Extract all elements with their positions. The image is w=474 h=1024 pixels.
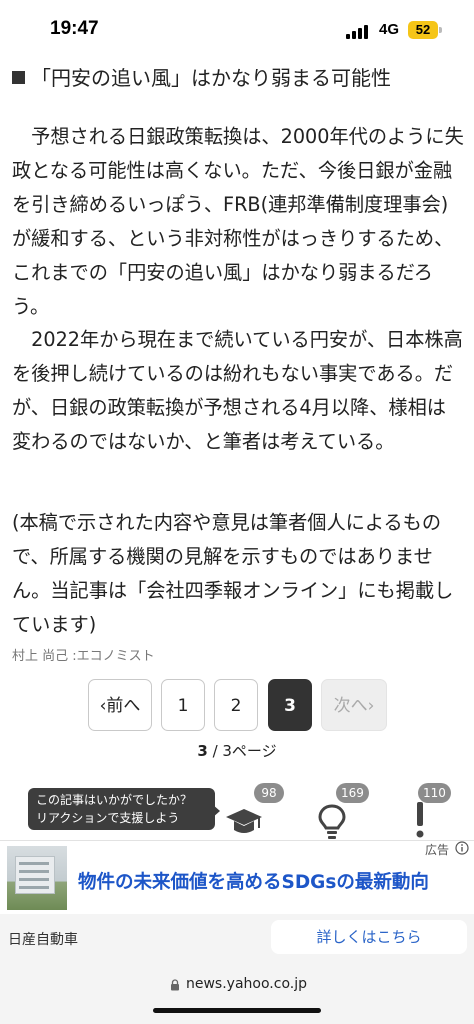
chevron-right-icon: › [367, 696, 375, 716]
reaction-prompt-tooltip: この記事はいかがでしたか？ リアクションで支援しよう [28, 788, 215, 830]
page-3-button-current[interactable]: 3 [268, 679, 312, 731]
article-paragraph: 予想される日銀政策転換は、2000年代のように失政となる可能性は高くない。ただ、… [12, 125, 464, 318]
article-paragraph: 2022年から現在まで続いている円安が、日本株高を後押し続けているのは紛れもない… [12, 328, 463, 453]
ad-details-button[interactable]: 詳しくはこちら [271, 920, 467, 954]
browser-address-bar[interactable] [0, 960, 474, 1024]
page-2-button[interactable]: 2 [214, 679, 258, 731]
cellular-signal-icon [346, 23, 372, 39]
section-heading-text: 「円安の追い風」はかなり弱まる可能性 [31, 66, 391, 90]
page-indicator: 3 / 3ページ [0, 740, 474, 761]
page-1-button[interactable]: 1 [161, 679, 205, 731]
battery-tip [439, 27, 442, 33]
prev-page-label: 前へ [106, 696, 141, 716]
next-page-label: 次へ [333, 696, 368, 716]
ad-headline-link[interactable]: 物件の未来価値を高めるSDGsの最新動向 [78, 868, 429, 894]
prev-page-button[interactable]: ‹前へ [88, 679, 152, 731]
reaction-prompt-line1: この記事はいかがでしたか？ [36, 793, 193, 807]
ad-advertiser: 日産自動車 [8, 932, 78, 948]
home-indicator[interactable] [153, 1008, 321, 1013]
lock-icon [171, 979, 179, 991]
current-page-number: 3 [197, 742, 208, 760]
ad-label: 広告 [425, 843, 450, 857]
lightbulb-icon[interactable] [312, 800, 352, 840]
url-text[interactable]: news.yahoo.co.jp [186, 976, 307, 992]
info-icon[interactable] [455, 841, 469, 855]
graduation-cap-icon[interactable] [224, 800, 264, 840]
reaction-prompt-line2: リアクションで支援しよう [36, 811, 180, 825]
section-heading: 「円安の追い風」はかなり弱まる可能性 [12, 62, 391, 91]
author-byline: 村上 尚己 :エコノミスト [12, 649, 155, 664]
page-total: / 3ページ [212, 742, 277, 760]
battery-icon: 52 [408, 21, 438, 39]
ad-divider [0, 840, 474, 841]
exclamation-icon[interactable] [400, 800, 440, 840]
ad-thumbnail-image[interactable] [7, 846, 67, 910]
article-disclaimer: (本稿で示された内容や意見は筆者個人によるもので、所属する機関の見解を示すもので… [12, 511, 454, 636]
square-bullet-icon [12, 71, 25, 84]
network-type: 4G [379, 21, 400, 38]
next-page-button: 次へ› [321, 679, 387, 731]
tooltip-arrow [212, 804, 220, 818]
status-time: 19:47 [50, 18, 99, 39]
